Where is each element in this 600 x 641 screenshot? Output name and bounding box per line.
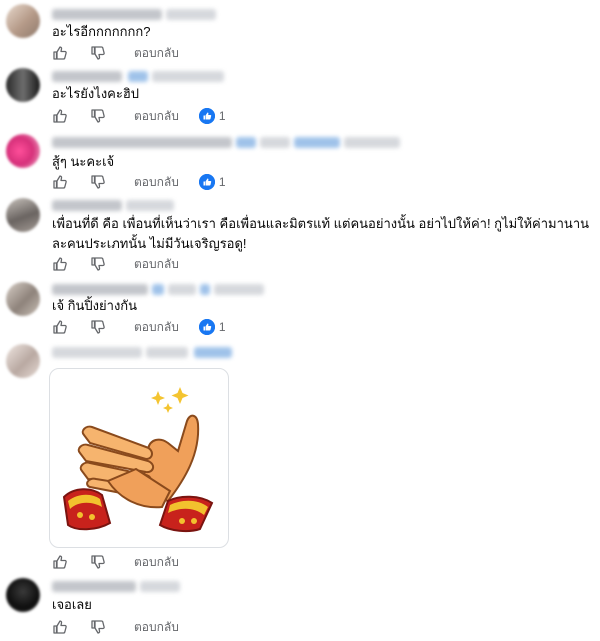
- author-name-extra: [140, 581, 180, 592]
- like-reaction-icon: [198, 174, 215, 190]
- comment-actions: ตอบกลับ: [52, 44, 179, 62]
- comment-text: เจ้ กินปิ้งย่างกัน: [52, 298, 138, 313]
- author-name-extra: [214, 284, 264, 295]
- comment-actions: ตอบกลับ 1: [52, 318, 226, 336]
- comment-text: อะไรอีกกกกกกก?: [52, 24, 151, 39]
- comment-actions: ตอบกลับ: [52, 618, 179, 636]
- author-name-extra: [128, 71, 148, 82]
- author-name-extra: [166, 9, 216, 20]
- reaction-summary[interactable]: 1: [198, 108, 226, 124]
- avatar[interactable]: [6, 578, 40, 612]
- author-name-extra: [152, 71, 224, 82]
- thumbs-down-icon[interactable]: [90, 45, 106, 61]
- thumbs-up-icon[interactable]: [52, 174, 68, 190]
- clapping-hands-sticker[interactable]: [49, 368, 229, 548]
- thumbs-down-icon[interactable]: [90, 256, 106, 272]
- reaction-summary[interactable]: 1: [198, 174, 226, 190]
- author-name[interactable]: [52, 9, 162, 20]
- thumbs-up-icon[interactable]: [52, 619, 68, 635]
- avatar[interactable]: [6, 68, 40, 102]
- thumbs-down-icon[interactable]: [90, 108, 106, 124]
- thumbs-up-icon[interactable]: [52, 45, 68, 61]
- thumbs-down-icon[interactable]: [90, 174, 106, 190]
- thumbs-up-icon[interactable]: [52, 554, 68, 570]
- author-name[interactable]: [52, 347, 142, 358]
- author-name[interactable]: [52, 71, 122, 82]
- author-name-extra: [294, 137, 340, 148]
- reply-button[interactable]: ตอบกลับ: [134, 44, 179, 63]
- reply-button[interactable]: ตอบกลับ: [134, 173, 179, 192]
- like-reaction-icon: [198, 108, 215, 124]
- reply-button[interactable]: ตอบกลับ: [134, 255, 179, 274]
- author-name-extra: [146, 347, 188, 358]
- author-name-extra: [200, 284, 210, 295]
- comment-text-line-2: ละคนประเภทนั้น ไม่มีวันเจริญรอดู!: [52, 236, 247, 251]
- avatar[interactable]: [6, 4, 40, 38]
- thumbs-down-icon[interactable]: [90, 554, 106, 570]
- avatar[interactable]: [6, 198, 40, 232]
- reply-button[interactable]: ตอบกลับ: [134, 553, 179, 572]
- reply-button[interactable]: ตอบกลับ: [134, 618, 179, 637]
- author-name-extra: [260, 137, 290, 148]
- comment-text: สู้ๆ นะคะเจ้: [52, 154, 115, 169]
- thumbs-up-icon[interactable]: [52, 256, 68, 272]
- reaction-count: 1: [218, 320, 226, 334]
- thumbs-down-icon[interactable]: [90, 319, 106, 335]
- reaction-count: 1: [218, 109, 226, 123]
- author-name-extra: [344, 137, 400, 148]
- avatar[interactable]: [6, 282, 40, 316]
- author-name[interactable]: [52, 581, 136, 592]
- clapping-hands-icon: [62, 387, 214, 533]
- like-reaction-icon: [198, 319, 215, 335]
- thumbs-up-icon[interactable]: [52, 108, 68, 124]
- author-name[interactable]: [52, 200, 122, 211]
- author-name-extra: [168, 284, 196, 295]
- reply-button[interactable]: ตอบกลับ: [134, 107, 179, 126]
- comment-text-line-1: เพื่อนที่ดี คือ เพื่อนที่เห็นว่าเรา คือเ…: [52, 216, 589, 231]
- comment-actions: ตอบกลับ 1: [52, 107, 226, 125]
- author-name-extra: [152, 284, 164, 295]
- reply-button[interactable]: ตอบกลับ: [134, 318, 179, 337]
- avatar[interactable]: [6, 134, 40, 168]
- avatar[interactable]: [6, 344, 40, 378]
- thumbs-up-icon[interactable]: [52, 319, 68, 335]
- author-name[interactable]: [52, 137, 232, 148]
- author-name[interactable]: [52, 284, 148, 295]
- comment-actions: ตอบกลับ: [52, 255, 179, 273]
- comment-text: เจอเลย: [52, 597, 92, 612]
- comment-text: อะไรยังไงคะฮิป: [52, 86, 140, 101]
- comment-actions: ตอบกลับ: [52, 553, 179, 571]
- author-name-extra: [126, 200, 174, 211]
- author-name-extra: [236, 137, 256, 148]
- author-name-extra: [194, 347, 232, 358]
- thumbs-down-icon[interactable]: [90, 619, 106, 635]
- reaction-summary[interactable]: 1: [198, 319, 226, 335]
- comment-actions: ตอบกลับ 1: [52, 173, 226, 191]
- reaction-count: 1: [218, 175, 226, 189]
